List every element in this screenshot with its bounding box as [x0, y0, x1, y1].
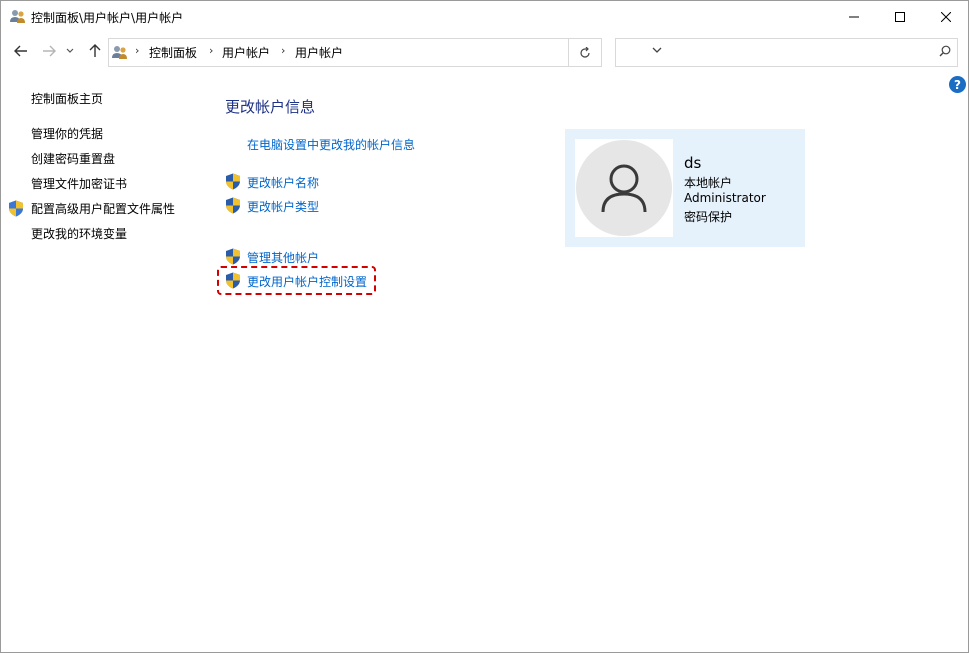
page-heading: 更改帐户信息: [225, 98, 316, 116]
help-button[interactable]: ?: [949, 76, 966, 93]
breadcrumb-separator-icon[interactable]: ›: [281, 44, 285, 57]
manage-other-accounts-link[interactable]: 管理其他帐户: [247, 249, 319, 266]
uac-shield-icon: [226, 248, 240, 265]
window-edge: [964, 93, 968, 633]
sidebar-control-panel-home[interactable]: 控制面板主页: [31, 90, 103, 107]
maximize-button[interactable]: [877, 1, 923, 32]
breadcrumb-control-panel[interactable]: 控制面板: [149, 44, 197, 61]
user-name: ds: [684, 154, 702, 172]
navigation-bar: › 控制面板 › 用户帐户 › 用户帐户: [1, 34, 968, 70]
uac-shield-icon: [226, 173, 240, 190]
user-accounts-icon: [112, 46, 127, 59]
minimize-button[interactable]: [831, 1, 877, 32]
sidebar-item-manage-file-encryption-certificates[interactable]: 管理文件加密证书: [31, 175, 127, 192]
title-bar: 控制面板\用户帐户\用户帐户: [1, 1, 968, 33]
minimize-icon: [849, 16, 859, 17]
password-status-label: 密码保护: [684, 210, 733, 224]
avatar: [576, 140, 672, 236]
uac-shield-icon: [9, 200, 23, 217]
window-title: 控制面板\用户帐户\用户帐户: [31, 11, 184, 25]
maximize-icon: [895, 11, 905, 22]
user-accounts-icon: [10, 10, 25, 23]
change-uac-settings-link[interactable]: 更改用户帐户控制设置: [247, 273, 367, 290]
uac-shield-icon: [226, 272, 240, 289]
user-avatar-icon: [601, 164, 647, 213]
change-account-type-link[interactable]: 更改帐户类型: [247, 198, 319, 215]
recent-locations-button[interactable]: [64, 40, 76, 62]
pc-settings-link[interactable]: 在电脑设置中更改我的帐户信息: [247, 136, 415, 153]
refresh-icon: [580, 46, 590, 58]
breadcrumb-separator-icon[interactable]: ›: [135, 44, 139, 57]
sidebar-item-advanced-user-profile-properties[interactable]: 配置高级用户配置文件属性: [31, 200, 175, 217]
up-arrow-icon: [89, 44, 101, 57]
breadcrumb-separator-icon[interactable]: ›: [209, 44, 213, 57]
avatar-frame: [575, 139, 673, 237]
control-panel-window: 控制面板\用户帐户\用户帐户 › 控制面板 › 用户帐户 › 用户帐户 ? 控制…: [0, 0, 969, 653]
change-account-name-link[interactable]: 更改帐户名称: [247, 174, 319, 191]
back-button[interactable]: [11, 40, 31, 62]
sidebar-item-create-password-reset-disk[interactable]: 创建密码重置盘: [31, 150, 115, 167]
search-input[interactable]: [615, 38, 958, 67]
account-type-label: 本地帐户: [684, 176, 733, 190]
forward-arrow-icon: [43, 45, 56, 57]
close-icon: [941, 11, 951, 22]
sidebar-item-change-environment-variables[interactable]: 更改我的环境变量: [31, 225, 127, 242]
address-bar[interactable]: › 控制面板 › 用户帐户 › 用户帐户: [108, 38, 662, 67]
uac-shield-icon: [226, 197, 240, 214]
forward-button[interactable]: [39, 40, 59, 62]
breadcrumb-user-accounts[interactable]: 用户帐户: [222, 44, 270, 61]
account-role-label: Administrator: [684, 191, 766, 205]
search-icon: [939, 45, 951, 57]
refresh-button[interactable]: [569, 38, 602, 67]
back-arrow-icon: [14, 45, 27, 57]
user-account-card: ds 本地帐户 Administrator 密码保护: [565, 129, 805, 247]
chevron-down-icon: [66, 48, 74, 53]
close-button[interactable]: [923, 1, 969, 32]
breadcrumb-user-accounts-current[interactable]: 用户帐户: [295, 44, 343, 61]
up-button[interactable]: [85, 40, 105, 62]
sidebar-item-manage-credentials[interactable]: 管理你的凭据: [31, 125, 103, 142]
